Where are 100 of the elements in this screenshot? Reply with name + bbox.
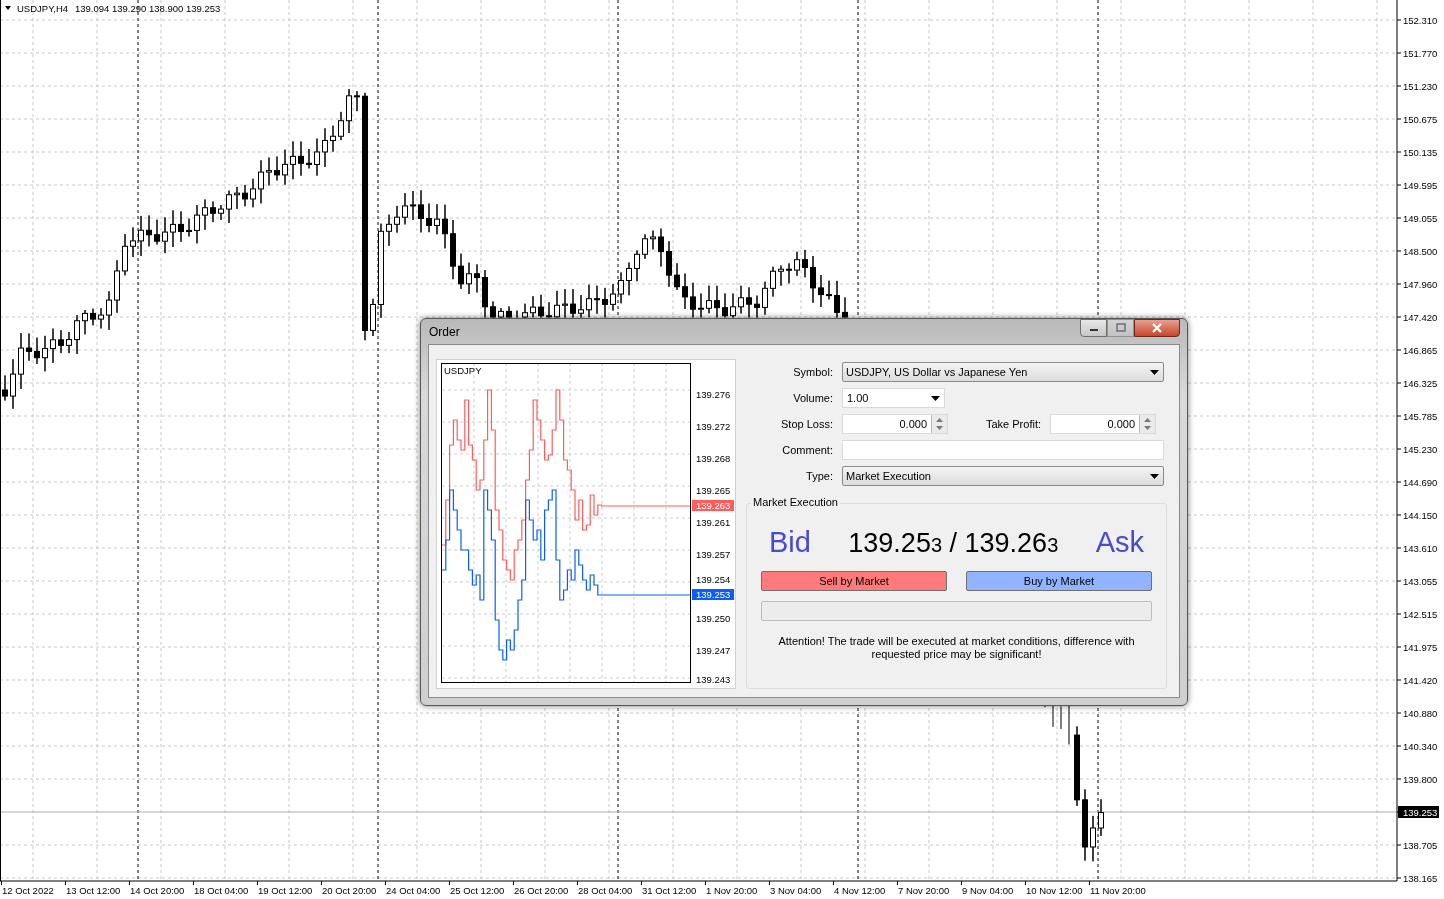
candlestick [530, 295, 536, 318]
sell-button[interactable]: Sell by Market [761, 571, 947, 591]
dropdown-arrow-icon[interactable] [5, 6, 11, 10]
candlestick [410, 190, 416, 221]
time-label: 9 Nov 04:00 [962, 885, 1014, 896]
candlestick [546, 301, 552, 318]
candlestick [330, 125, 336, 153]
price-label: 149.595 [1403, 179, 1438, 191]
candlestick [442, 204, 448, 249]
symbol-dropdown[interactable]: USDJPY, US Dollar vs Japanese Yen [842, 362, 1164, 382]
candlestick [226, 190, 232, 224]
price-label: 139.276 [696, 388, 731, 400]
candlestick [10, 358, 16, 410]
candlestick [66, 331, 72, 354]
candlestick [522, 303, 528, 318]
candlestick [474, 263, 480, 293]
candlestick [722, 292, 728, 318]
candlestick [194, 204, 200, 244]
candlestick [762, 281, 768, 316]
candlestick [634, 249, 640, 282]
time-label: 26 Oct 20:00 [514, 885, 569, 896]
candlestick [258, 159, 264, 204]
candlestick [674, 262, 680, 291]
candlestick [402, 192, 408, 225]
candlestick [506, 305, 512, 318]
candlestick [98, 307, 104, 329]
price-label: 139.247 [696, 644, 731, 656]
candlestick [450, 219, 456, 280]
ask-label: Ask [1095, 526, 1144, 559]
candlestick [730, 293, 736, 318]
candlestick [298, 141, 304, 177]
candlestick [682, 273, 688, 310]
price-label: 139.257 [696, 548, 731, 560]
candlestick [714, 285, 720, 318]
field-label: Type: [805, 470, 833, 482]
candlestick [516, 310, 518, 318]
warning-text: Attention! The trade will be executed at market conditions, difference with requested price may be significant! [777, 635, 1136, 661]
candlestick [602, 287, 608, 318]
time-label: 11 Nov 20:00 [1090, 885, 1146, 896]
price-label: 145.785 [1403, 410, 1438, 422]
candlestick [570, 288, 576, 318]
candlestick [490, 300, 496, 318]
price-quote: 139.253 / 139.263 [848, 528, 1059, 559]
window-title: Order [429, 324, 460, 339]
ask-price-tag: 139.263 [692, 500, 734, 511]
candlestick [234, 186, 240, 210]
time-label: 24 Oct 04:00 [386, 885, 441, 896]
time-label: 12 Oct 2022 [2, 885, 54, 896]
price-label: 143.610 [1403, 542, 1438, 554]
candlestick [114, 259, 120, 314]
candlestick [498, 307, 504, 318]
candlestick [810, 255, 816, 304]
price-label: 139.250 [696, 612, 731, 624]
time-label: 13 Oct 12:00 [66, 885, 121, 896]
chart-symbol: USDJPY,H4 [17, 3, 69, 14]
candlestick [826, 280, 832, 300]
price-label: 142.515 [1403, 608, 1438, 620]
price-label: 150.135 [1403, 146, 1438, 158]
ohlc-prices: 139.094 139.290 138.900 139.253 [75, 3, 221, 14]
candlestick [50, 328, 56, 364]
time-label: 18 Oct 04:00 [194, 885, 249, 896]
candlestick [426, 203, 432, 233]
buy-button[interactable]: Buy by Market [966, 571, 1152, 591]
candlestick [202, 198, 208, 231]
candlestick [642, 233, 648, 260]
price-label: 141.975 [1403, 641, 1438, 653]
price-label: 151.770 [1403, 47, 1438, 59]
type-dropdown[interactable]: Market Execution [842, 466, 1164, 486]
candlestick [186, 218, 192, 237]
time-label: 20 Oct 20:00 [322, 885, 377, 896]
price-label: 139.265 [696, 484, 731, 496]
price-label: 151.230 [1403, 80, 1438, 92]
current-price-tag: 139.253 [1398, 806, 1439, 818]
caret-icon [931, 395, 940, 401]
candlestick [690, 282, 696, 318]
time-label: 1 Nov 20:00 [706, 885, 758, 896]
price-label: 150.675 [1403, 113, 1438, 125]
candlestick [466, 262, 472, 295]
candlestick [802, 249, 808, 278]
field-label: Volume: [792, 392, 833, 404]
candlestick [770, 266, 776, 298]
volume-field[interactable]: 1.00 [842, 388, 945, 408]
close-button[interactable] [1134, 319, 1180, 337]
candlestick [162, 216, 168, 254]
price-label: 140.340 [1403, 740, 1438, 752]
price-label: 152.310 [1403, 14, 1438, 26]
candlestick [266, 157, 272, 186]
price-label: 140.880 [1403, 707, 1438, 719]
price-label: 149.055 [1403, 212, 1438, 224]
price-label: 143.055 [1403, 575, 1438, 587]
time-label: 3 Nov 04:00 [770, 885, 822, 896]
price-label: 147.420 [1403, 311, 1438, 323]
candlestick [250, 178, 256, 208]
comment-field[interactable] [842, 440, 1164, 460]
price-label: 139.272 [696, 420, 731, 432]
minimize-button[interactable] [1080, 319, 1107, 337]
candlestick [394, 205, 400, 234]
price-label: 139.800 [1403, 773, 1438, 785]
field-label: Stop Loss: [780, 418, 833, 430]
time-label: 7 Nov 20:00 [898, 885, 950, 896]
